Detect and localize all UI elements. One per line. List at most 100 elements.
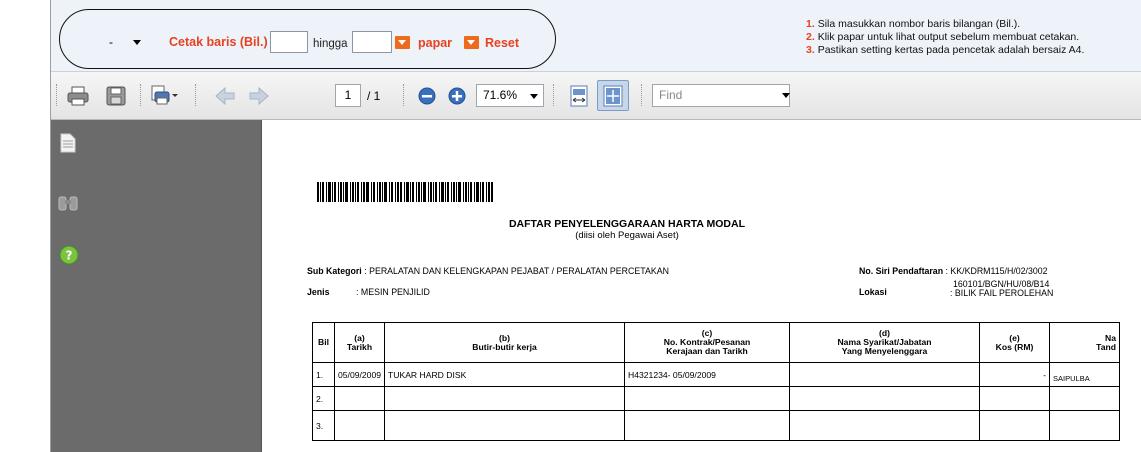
navigation-side-panel: ? <box>51 120 261 452</box>
zoom-select[interactable]: 71.6% <box>476 84 544 107</box>
page-total: / 1 <box>367 89 381 103</box>
reset-button[interactable]: Reset <box>485 36 519 50</box>
toolbar-separator <box>403 84 405 106</box>
cell-butir <box>384 410 626 441</box>
page-number-input[interactable]: 1 <box>335 84 361 107</box>
col-butir: (b) Butir-butir kerja <box>384 322 626 363</box>
chevron-down-icon <box>133 40 141 45</box>
note-2: 2. Klik papar untuk lihat output sebelum… <box>806 31 1084 44</box>
cell-bil: 3. <box>312 410 335 441</box>
save-icon[interactable] <box>104 84 128 108</box>
whole-page-button[interactable] <box>597 80 629 111</box>
svg-text:?: ? <box>66 249 73 263</box>
zoom-in-icon[interactable] <box>445 84 469 108</box>
table-row: 1. 05/09/2009 TUKAR HARD DISK H4321234- … <box>312 362 1121 387</box>
col-label: Kerajaan dan Tarikh <box>666 346 748 356</box>
row-from-input[interactable] <box>270 31 308 53</box>
siri-value: : KK/KDRM115/H/02/3002 <box>945 266 1048 276</box>
note-number: 1. <box>806 18 815 30</box>
col-label: Tarikh <box>346 341 373 352</box>
note-1: 1. Sila masukkan nombor baris bilangan (… <box>806 18 1084 31</box>
pages-panel-icon[interactable] <box>60 133 76 153</box>
col-syarikat: (d) Nama Syarikat/Jabatan Yang Menyelengga… <box>789 322 981 363</box>
cell-syarikat <box>789 362 981 387</box>
cell-nama <box>1049 410 1121 441</box>
table-row: 3. <box>312 410 1121 441</box>
cetak-baris-label: Cetak baris (Bil.) <box>169 35 268 49</box>
note-number: 2. <box>806 31 815 43</box>
cell-nama <box>1049 386 1121 411</box>
cell-butir <box>384 386 626 411</box>
cell-syarikat <box>789 386 981 411</box>
lokasi-label: Lokasi <box>859 287 887 297</box>
cell-nama: SAIPULBA <box>1049 362 1121 387</box>
page-width-icon[interactable] <box>567 84 591 108</box>
cell-bil: 1. <box>312 362 335 387</box>
next-page-icon[interactable] <box>247 84 271 108</box>
cell-kos <box>979 386 1051 411</box>
viewer-toolbar: 1 / 1 71.6% Find <box>51 72 1141 120</box>
papar-arrow-icon[interactable] <box>395 36 410 49</box>
sub-kategori-label: Sub Kategori <box>307 266 362 276</box>
col-kontrak: (c) No. Kontrak/Pesanan Kerajaan dan Tarik… <box>624 322 791 363</box>
jenis: Jenis : MESIN PENJILID <box>307 287 430 297</box>
report-subtitle: (diisi oleh Pegawai Aset) <box>575 230 679 241</box>
lokasi-value: 160101/BGN/HU/08/B14 : BILIK FAIL PEROLE… <box>950 280 1053 298</box>
toolbar-separator <box>553 84 555 106</box>
table-row: 2. <box>312 386 1121 411</box>
toolbar-separator <box>641 84 643 106</box>
toolbar-separator <box>195 84 197 106</box>
find-options-chevron-icon[interactable] <box>782 93 790 98</box>
cell-kos: - <box>979 362 1051 387</box>
note-3: 3. Pastikan setting kertas pada pencetak… <box>806 44 1084 57</box>
col-kos: (e) Kos (RM) <box>979 322 1051 363</box>
print-control-bar: - Cetak baris (Bil.) hingga papar Reset … <box>51 0 1141 72</box>
cell-tarikh <box>333 410 386 441</box>
col-nama: Na Tand <box>1049 322 1121 363</box>
bil-select[interactable]: - <box>109 35 149 51</box>
col-label: Tand <box>1096 341 1117 352</box>
col-label: Butir-butir kerja <box>472 341 537 352</box>
attachments-icon[interactable] <box>58 194 78 212</box>
maintenance-table: Bil (a) Tarikh (b) Butir-butir kerja (c) No… <box>312 322 1121 441</box>
cell-tarikh <box>333 386 386 411</box>
report-viewer-window: - Cetak baris (Bil.) hingga papar Reset … <box>0 0 1141 452</box>
col-label: Yang Menyelenggara <box>841 346 928 356</box>
cell-butir: TUKAR HARD DISK <box>384 362 626 387</box>
cell-syarikat <box>789 410 981 441</box>
table-header-row: Bil (a) Tarikh (b) Butir-butir kerja (c) No… <box>312 322 1121 363</box>
jenis-value: : MESIN PENJILID <box>356 287 430 297</box>
row-to-input[interactable] <box>352 31 392 53</box>
cell-tarikh: 05/09/2009 <box>333 362 386 387</box>
help-icon[interactable]: ? <box>59 245 79 265</box>
col-label: Kos (RM) <box>995 341 1034 352</box>
bil-select-value: - <box>109 35 113 49</box>
prev-page-icon[interactable] <box>213 84 237 108</box>
hingga-label: hingga <box>313 38 348 50</box>
sub-kategori: Sub Kategori : PERALATAN DAN KELENGKAPAN… <box>307 266 669 276</box>
toolbar-separator <box>140 84 142 106</box>
col-bil: Bil <box>312 322 335 363</box>
lokasi: Lokasi <box>859 287 887 297</box>
zoom-out-icon[interactable] <box>415 84 439 108</box>
chevron-down-icon <box>530 94 538 99</box>
print-icon[interactable] <box>66 84 90 108</box>
note-number: 3. <box>806 44 815 56</box>
find-input[interactable]: Find <box>652 84 790 107</box>
no-siri-pendaftaran: No. Siri Pendaftaran : KK/KDRM115/H/02/3… <box>859 266 1048 276</box>
report-page: DAFTAR PENYELENGGARAAN HARTA MODAL (diis… <box>261 120 1141 452</box>
zoom-value: 71.6% <box>483 88 518 102</box>
export-icon[interactable] <box>149 84 179 108</box>
note-text: Pastikan setting kertas pada pencetak ad… <box>817 44 1085 56</box>
papar-button[interactable]: papar <box>418 36 452 50</box>
cell-kontrak: H4321234- 05/09/2009 <box>624 362 791 387</box>
reset-arrow-icon[interactable] <box>464 36 479 49</box>
barcode-image <box>317 182 493 202</box>
whole-page-icon <box>603 85 623 107</box>
instructions: 1. Sila masukkan nombor baris bilangan (… <box>806 18 1084 57</box>
lokasi-line-2: : BILIK FAIL PEROLEHAN <box>950 288 1054 298</box>
sub-kategori-value: : PERALATAN DAN KELENGKAPAN PEJABAT / PE… <box>364 266 669 276</box>
cell-kos <box>979 410 1051 441</box>
jenis-label: Jenis <box>307 287 330 297</box>
siri-label: No. Siri Pendaftaran <box>859 266 944 276</box>
